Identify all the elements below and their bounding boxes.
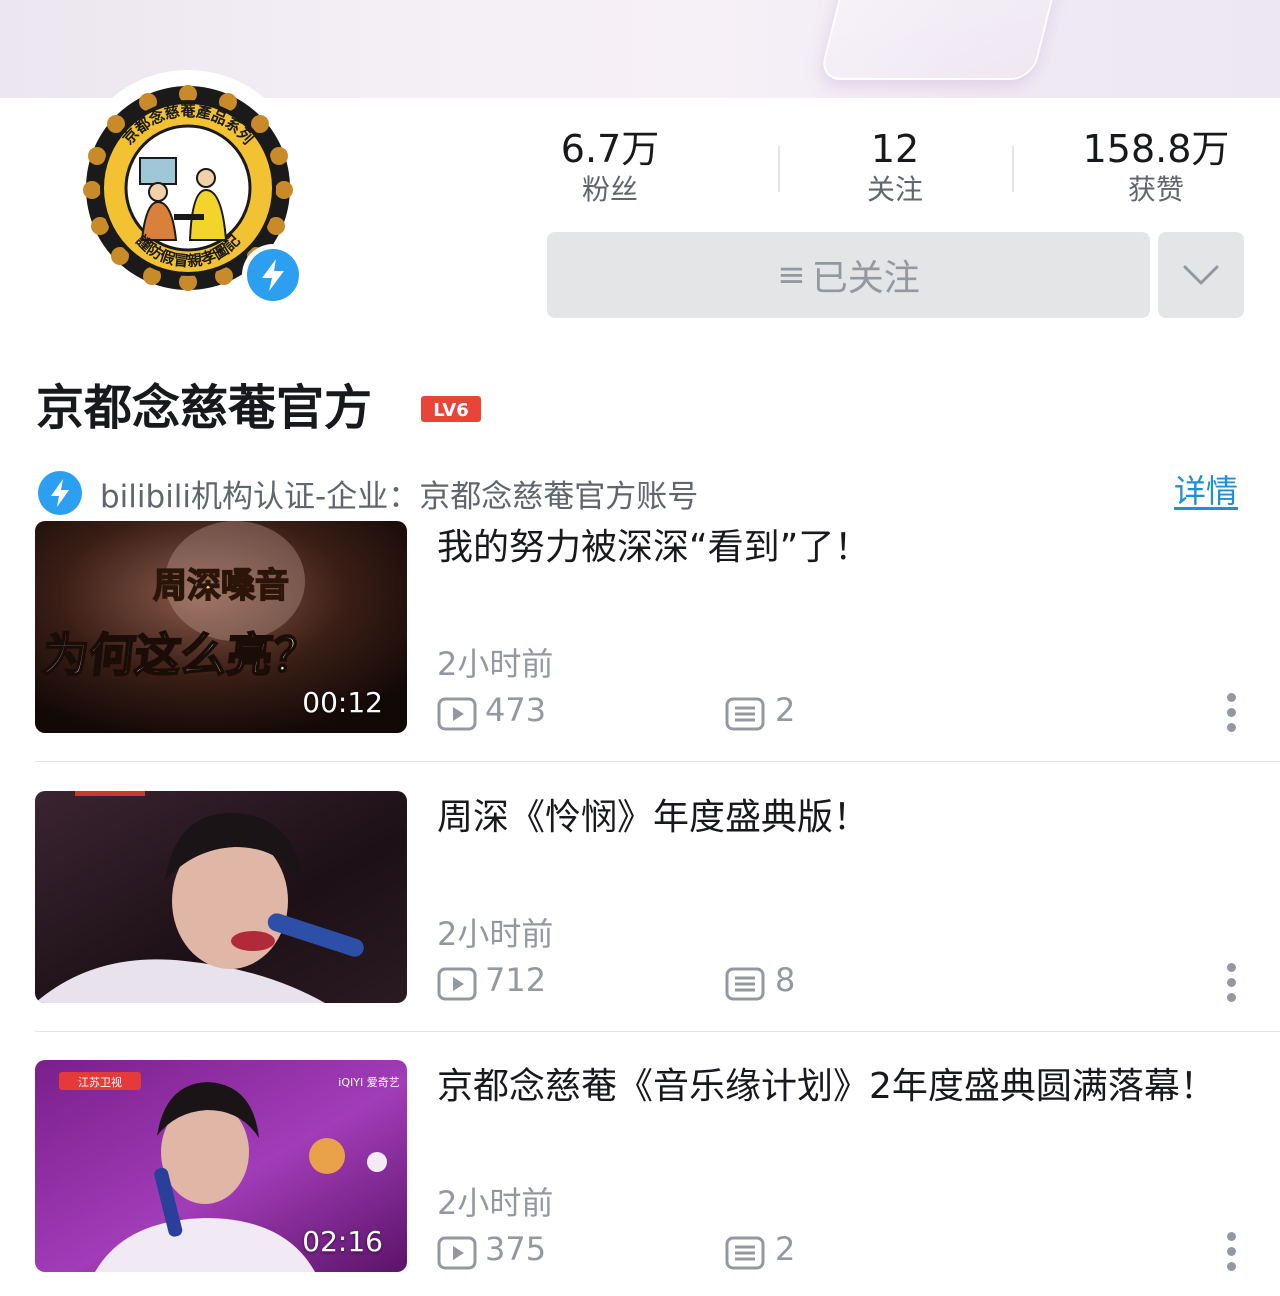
play-count-icon bbox=[437, 967, 477, 1001]
level-text: LV6 bbox=[433, 400, 468, 421]
video-thumbnail[interactable] bbox=[35, 791, 407, 1003]
divider bbox=[35, 761, 1280, 762]
video-time: 2小时前 bbox=[437, 1184, 554, 1222]
view-count: 375 bbox=[485, 1230, 547, 1268]
view-count: 473 bbox=[485, 691, 547, 729]
followed-button[interactable]: ≡ 已关注 bbox=[547, 232, 1150, 318]
fans-label: 粉丝 bbox=[581, 173, 638, 206]
video-title[interactable]: 京都念慈菴《音乐缘计划》2年度盛典圆满落幕！ bbox=[437, 1060, 1237, 1114]
comment-count: 2 bbox=[775, 1230, 796, 1268]
stat-fans[interactable]: 6.7万 粉丝 bbox=[540, 126, 680, 208]
video-thumbnail[interactable]: 江苏卫视 iQIYI 爱奇艺 02:16 bbox=[35, 1060, 407, 1272]
following-count: 12 bbox=[870, 127, 920, 171]
comment-count: 2 bbox=[775, 691, 796, 729]
stat-following[interactable]: 12 关注 bbox=[830, 126, 960, 208]
likes-label: 获赞 bbox=[1127, 173, 1184, 206]
lightning-icon bbox=[262, 259, 284, 291]
fans-count: 6.7万 bbox=[560, 127, 660, 171]
stat-likes: 158.8万 获赞 bbox=[1066, 126, 1246, 208]
verified-lightning-icon bbox=[38, 471, 82, 515]
play-count-icon bbox=[437, 697, 477, 731]
stat-divider bbox=[1012, 146, 1014, 192]
more-options-icon[interactable] bbox=[1222, 693, 1242, 733]
video-stats: 473 2 bbox=[437, 691, 837, 735]
thumb-caption-2: 为何这么亮？ bbox=[40, 628, 322, 682]
profile-page: 京都念慈菴產品系列 謹防假冒親孝圖記 6.7万 粉丝 12 关注 158.8万 … bbox=[0, 0, 1280, 1296]
follow-options-button[interactable] bbox=[1158, 232, 1244, 318]
verification-text: bilibili机构认证-企业：京都念慈菴官方账号 bbox=[100, 478, 699, 515]
video-time: 2小时前 bbox=[437, 645, 554, 683]
chevron-down-icon bbox=[1183, 265, 1219, 285]
avatar[interactable]: 京都念慈菴產品系列 謹防假冒親孝圖記 bbox=[70, 70, 306, 306]
comment-icon bbox=[725, 1236, 765, 1270]
thumb-channel-logo: 江苏卫视 bbox=[78, 1075, 122, 1089]
thumbnail-image bbox=[35, 791, 407, 1003]
video-stats: 375 2 bbox=[437, 1230, 837, 1274]
more-options-icon[interactable] bbox=[1222, 1232, 1242, 1272]
video-thumbnail[interactable]: 周深嗓音 为何这么亮？ 00:12 bbox=[35, 521, 407, 733]
stat-divider bbox=[778, 146, 780, 192]
level-badge: LV6 bbox=[421, 396, 481, 422]
video-title[interactable]: 我的努力被深深“看到”了！ bbox=[437, 521, 1237, 575]
video-time: 2小时前 bbox=[437, 915, 554, 953]
video-duration: 02:16 bbox=[302, 1225, 383, 1258]
video-stats: 712 8 bbox=[437, 961, 837, 1005]
username: 京都念慈菴官方 bbox=[36, 380, 373, 436]
view-count: 712 bbox=[485, 961, 547, 999]
divider bbox=[35, 1031, 1280, 1032]
video-duration: 00:12 bbox=[302, 686, 383, 719]
comment-icon bbox=[725, 697, 765, 731]
play-count-icon bbox=[437, 1236, 477, 1270]
menu-icon: ≡ bbox=[777, 255, 806, 295]
followed-button-label: 已关注 bbox=[811, 258, 920, 299]
comment-count: 8 bbox=[775, 961, 796, 999]
banner-decoration bbox=[818, 0, 1068, 80]
likes-count: 158.8万 bbox=[1082, 127, 1230, 171]
details-link[interactable]: 详情 bbox=[1174, 466, 1238, 512]
thumb-caption-1: 周深嗓音 bbox=[153, 566, 289, 606]
video-title[interactable]: 周深《怜悯》年度盛典版！ bbox=[437, 791, 1237, 845]
comment-icon bbox=[725, 967, 765, 1001]
thumb-platform-logo: iQIYI 爱奇艺 bbox=[338, 1076, 399, 1089]
following-label: 关注 bbox=[866, 173, 923, 206]
verification-row: bilibili机构认证-企业：京都念慈菴官方账号 bbox=[38, 470, 698, 516]
verified-badge bbox=[242, 244, 304, 306]
more-options-icon[interactable] bbox=[1222, 963, 1242, 1003]
